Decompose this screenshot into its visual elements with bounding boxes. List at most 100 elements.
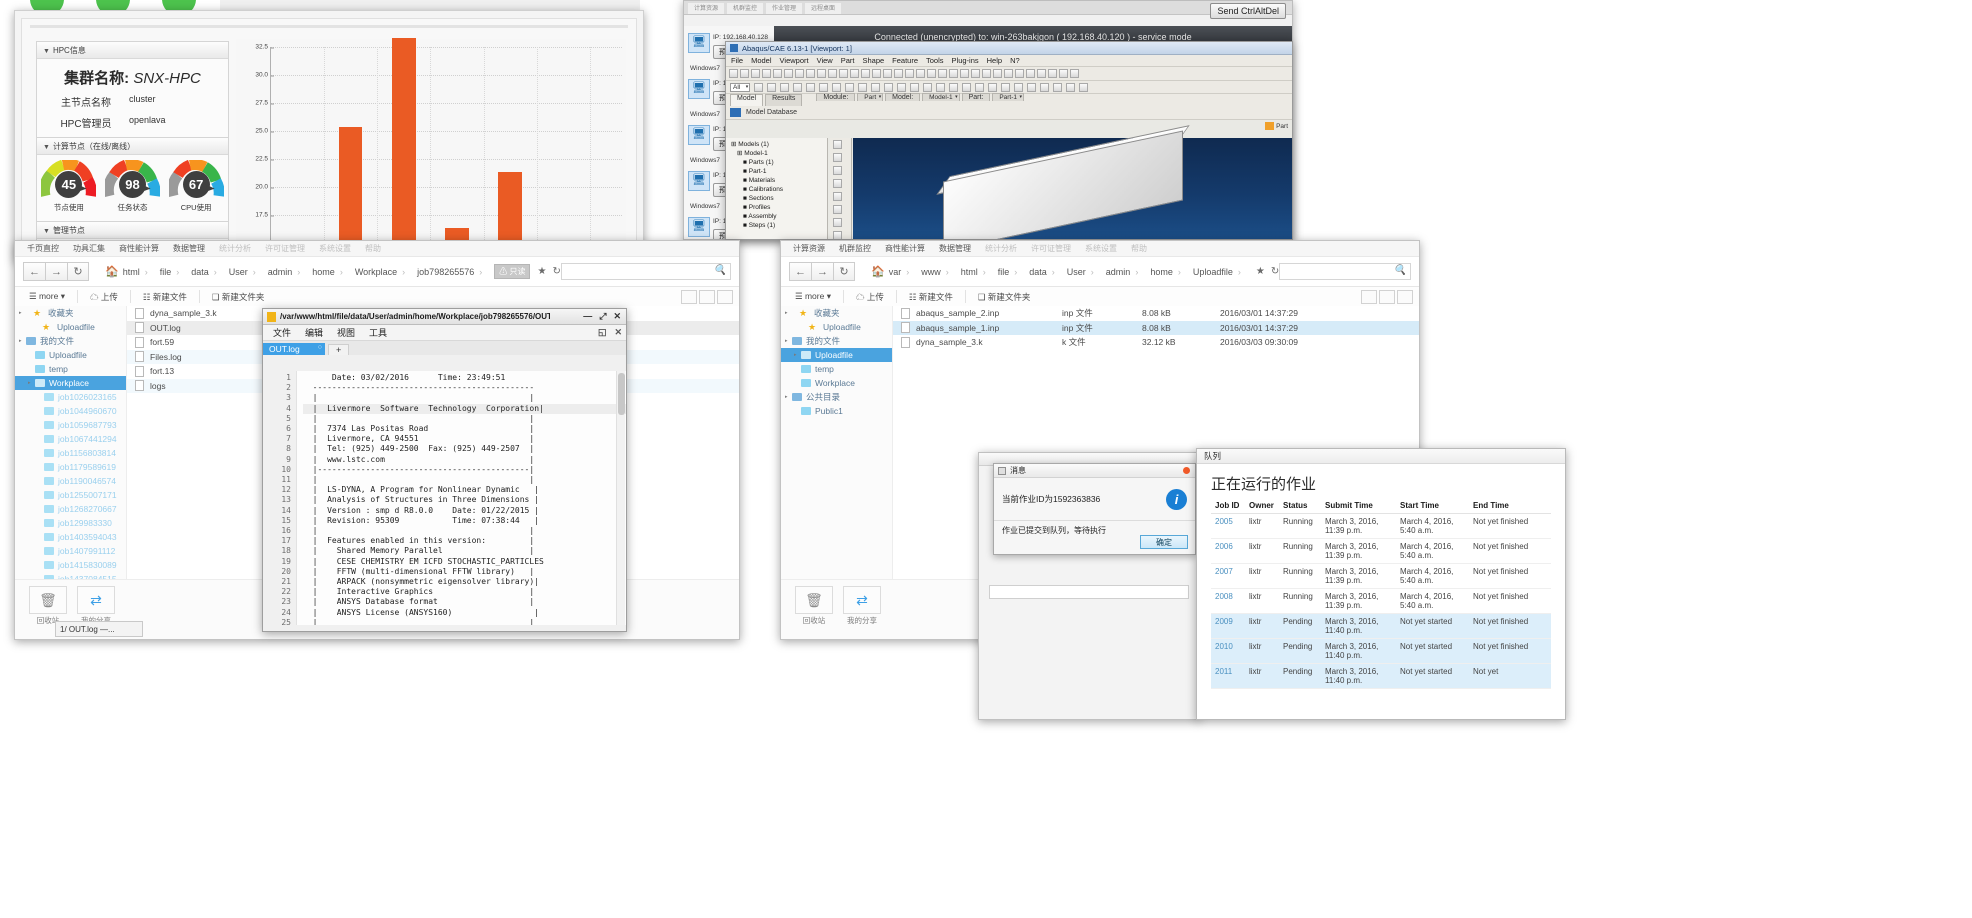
toolbar-icon[interactable] (795, 69, 804, 78)
viewport-tool-icon[interactable] (833, 231, 842, 239)
toolbar-icon[interactable] (1053, 82, 1063, 92)
toolbar-icon[interactable] (894, 69, 903, 78)
remote-nav-tab[interactable]: 远程桌面 (805, 3, 842, 14)
minimize-button[interactable]: — (583, 311, 592, 322)
fm-b-search-input[interactable]: 🔍 (1279, 263, 1411, 280)
breadcrumb-item[interactable]: home (1146, 267, 1189, 277)
fm-toolbar-新建文件[interactable]: ☷ 新建文件 (901, 289, 961, 305)
fm-nav-tab[interactable]: 功具汇集 (73, 243, 105, 254)
toolbar-icon[interactable] (784, 69, 793, 78)
tree-item[interactable]: ▸ 我的文件 (781, 334, 892, 348)
tree-item[interactable]: job1190046574 (15, 474, 126, 488)
abaqus-model-result-tabs[interactable]: Model Results Module: Part Model: Model-… (726, 93, 1292, 106)
fm-nav-tab[interactable]: 机群监控 (839, 243, 871, 254)
tab-close-icon[interactable]: ○ (318, 344, 322, 351)
tree-item[interactable]: ▸ ★ 收藏夹 (15, 306, 126, 320)
tree-item[interactable]: ▸ ★ 收藏夹 (781, 306, 892, 320)
th-start-time[interactable]: Start Time (1396, 501, 1469, 514)
fm-toolbar-more[interactable]: ☰ more ▾ (21, 289, 73, 304)
editor-tab-strip[interactable]: OUT.log ○ + (263, 341, 626, 355)
toolbar-icon[interactable] (780, 82, 790, 92)
panel-hpc-info-header[interactable]: ▼ HPC信息 (37, 42, 228, 59)
toolbar-icon[interactable] (897, 82, 907, 92)
toolbar-icon[interactable] (817, 69, 826, 78)
abaqus-menu-item[interactable]: Help (987, 56, 1002, 65)
tree-expand-arrow[interactable]: ▸ (785, 394, 792, 400)
th-job-id[interactable]: Job ID (1211, 501, 1245, 514)
viewport-tool-icon[interactable] (833, 153, 842, 162)
toolbar-icon[interactable] (839, 69, 848, 78)
abaqus-menu-item[interactable]: N? (1010, 56, 1020, 65)
fm-nav-tab[interactable]: 帮助 (1131, 243, 1147, 254)
abaqus-tree-item[interactable]: ■ Steps (1) (729, 221, 827, 230)
fm-toolbar-新建文件夹[interactable]: ❑ 新建文件夹 (970, 289, 1038, 305)
abaqus-tree-item[interactable]: ⊞ Models (1) (729, 140, 827, 149)
abaqus-tree-item[interactable]: ■ Part-1 (729, 167, 827, 176)
viewport-tool-icon[interactable] (833, 205, 842, 214)
toolbar-icon[interactable] (1027, 82, 1037, 92)
fm-b-toolbar[interactable]: ☰ more ▾ ☁ 上传 ☷ 新建文件 ❑ 新建文件夹 (781, 287, 1419, 306)
tab-model[interactable]: Model (730, 94, 764, 106)
fm-b-nav-tabs[interactable]: 计算资源 机群监控 商性能计算 数据管理 统计分析 许可证管理 系统设置 帮助 (781, 241, 1419, 257)
toolbar-icon[interactable] (927, 69, 936, 78)
editor-window-buttons[interactable]: — ⤢ ✕ (583, 311, 626, 322)
back-button[interactable]: ← (23, 262, 45, 281)
doc-close-icon[interactable]: ✕ (614, 327, 622, 338)
forward-button[interactable]: → (811, 262, 833, 281)
toolbar-icon[interactable] (1059, 69, 1068, 78)
panel-mgmt-node-header[interactable]: ▼ 管理节点 (37, 222, 228, 239)
editor-menu-工具[interactable]: 工具 (369, 326, 387, 339)
table-row[interactable]: 2008 lixtr Running March 3, 2016, 11:39 p.m… (1211, 588, 1551, 614)
tree-item[interactable]: ▸ 我的文件 (15, 334, 126, 348)
viewport-tool-icon[interactable] (833, 166, 842, 175)
toolbar-icon[interactable] (1079, 82, 1089, 92)
th-submit-time[interactable]: Submit Time (1321, 501, 1396, 514)
tree-item[interactable]: job1268270667 (15, 502, 126, 516)
editor-menu-编辑[interactable]: 编辑 (305, 326, 323, 339)
file-row[interactable]: dyna_sample_3.k k 文件 32.12 kB 2016/03/03 09… (893, 335, 1419, 350)
fm-nav-tab[interactable]: 数据管理 (939, 243, 971, 254)
toolbar-icon[interactable] (793, 82, 803, 92)
viewport-tool-icon[interactable] (833, 192, 842, 201)
toolbar-icon[interactable] (1040, 82, 1050, 92)
abaqus-toolbar-primary[interactable] (726, 67, 1292, 81)
toolbar-icon[interactable] (1004, 69, 1013, 78)
fm-a-search-input[interactable]: 🔍 (561, 263, 731, 280)
table-row[interactable]: 2011 lixtr Pending March 3, 2016, 11:40 p.m… (1211, 663, 1551, 689)
queue-tab[interactable]: 队列 (1197, 449, 1565, 464)
host-window-input[interactable] (989, 585, 1189, 599)
th-owner[interactable]: Owner (1245, 501, 1279, 514)
toolbar-icon[interactable] (938, 69, 947, 78)
view-grid-icon[interactable] (681, 289, 697, 304)
breadcrumb-item[interactable]: html (957, 267, 994, 277)
abaqus-menu-item[interactable]: File (731, 56, 743, 65)
th-status[interactable]: Status (1279, 501, 1321, 514)
abaqus-tree-item[interactable]: ■ Calibrations (729, 185, 827, 194)
fm-toolbar-上传[interactable]: ☁ 上传 (82, 289, 126, 305)
tree-expand-arrow[interactable]: ▸ (28, 380, 35, 386)
toolbar-icon[interactable] (949, 69, 958, 78)
toolbar-icon[interactable] (740, 69, 749, 78)
refresh-circle-icon[interactable]: ↻ (552, 266, 560, 277)
back-button[interactable]: ← (789, 262, 811, 281)
toolbar-icon[interactable] (982, 69, 991, 78)
tree-item[interactable]: job1255007171 (15, 488, 126, 502)
toolbar-icon[interactable] (832, 82, 842, 92)
fm-a-view-switch[interactable] (681, 289, 733, 304)
toolbar-icon[interactable] (767, 82, 777, 92)
tree-expand-arrow[interactable]: ▸ (19, 338, 26, 344)
abaqus-tree-item[interactable]: ■ Profiles (729, 203, 827, 212)
trash-button[interactable]: 🗑 回收站 (29, 586, 67, 626)
toolbar-icon[interactable] (910, 82, 920, 92)
toolbar-icon[interactable] (1001, 82, 1011, 92)
toolbar-icon[interactable] (1015, 69, 1024, 78)
breadcrumb-item[interactable]: Workplace (351, 267, 413, 277)
breadcrumb-item[interactable]: var (885, 267, 918, 277)
fm-nav-tab[interactable]: 系统设置 (319, 243, 351, 254)
toolbar-icon[interactable] (845, 82, 855, 92)
tree-item[interactable]: ▸ Workplace (15, 376, 126, 390)
view-detail-icon[interactable] (1397, 289, 1413, 304)
model-select[interactable]: Model-1 (922, 93, 960, 101)
fm-a-toolbar[interactable]: ☰ more ▾ ☁ 上传 ☷ 新建文件 ❑ 新建文件夹 (15, 287, 739, 306)
fm-b-view-switch[interactable] (1361, 289, 1413, 304)
